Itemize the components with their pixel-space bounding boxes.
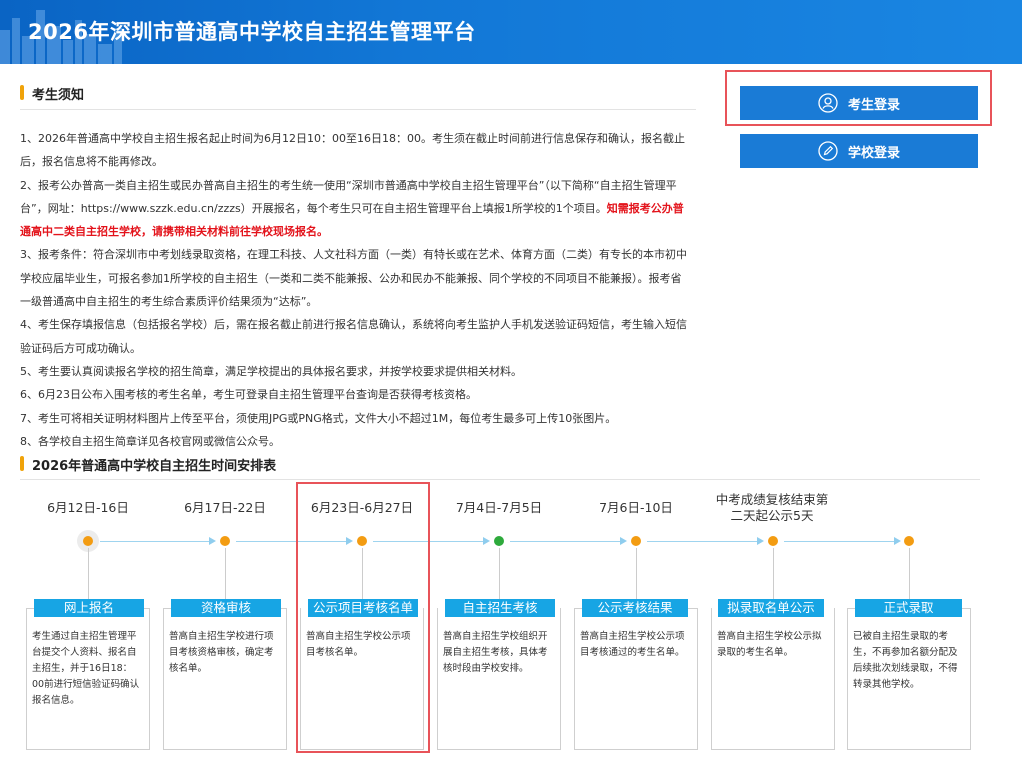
student-login-button[interactable]: 考生登录 [740, 86, 978, 120]
schedule-divider [20, 479, 980, 480]
stage-connector [636, 548, 637, 600]
stage-highlight [296, 482, 430, 753]
timeline-connector [100, 541, 212, 542]
stage-label: 公示考核结果 [582, 599, 688, 617]
notice-content: 1、2026年普通高中学校自主招生报名起止时间为6月12日10：00至16日18… [20, 127, 692, 453]
card-border [281, 608, 287, 609]
notice-title: 考生须知 [20, 84, 84, 103]
timeline-connector [510, 541, 623, 542]
notice-item: 3、报考条件：符合深圳市中考划线录取资格，在理工科技、人文社科方面（一类）有特长… [20, 248, 687, 309]
stage-date: 中考成绩复核结束第二天起公示5天 [715, 492, 829, 523]
stage-date: 6月12日-16日 [47, 500, 129, 515]
pencil-icon [818, 141, 838, 161]
arrow-right-icon [620, 537, 627, 545]
stage-label: 拟录取名单公示 [718, 599, 824, 617]
timeline-dot [631, 536, 641, 546]
timeline-dot [904, 536, 914, 546]
notice-item: 8、各学校自主招生简章详见各校官网或微信公众号。 [20, 434, 280, 448]
notice-item: 2、报考公办普高一类自主招生或民办普高自主招生的考生统一使用“深圳市普通高中学校… [20, 174, 692, 244]
notice-divider [20, 109, 696, 110]
notice-item: 1、2026年普通高中学校自主招生报名起止时间为6月12日10：00至16日18… [20, 132, 685, 169]
stage-connector [225, 548, 226, 600]
stage-connector [909, 548, 910, 600]
stage-description: 已被自主招生录取的考生，不再参加名额分配及后续批次划线录取，不得转录其他学校。 [853, 631, 958, 690]
stage-label: 自主招生考核 [445, 599, 555, 617]
stage-date: 7月6日-10日 [599, 500, 673, 515]
stage-description: 普高自主招生学校公示项目考核通过的考生名单。 [580, 631, 685, 658]
arrow-right-icon [894, 537, 901, 545]
stage-label: 网上报名 [34, 599, 144, 617]
stage-connector [773, 548, 774, 600]
stage-label: 正式录取 [855, 599, 962, 617]
stage-description: 普高自主招生学校进行项目考核资格审核，确定考核名单。 [169, 631, 274, 674]
timeline-connector [647, 541, 760, 542]
timeline-dot [83, 536, 93, 546]
stage-date: 7月4日-7月5日 [455, 500, 543, 515]
user-icon [818, 93, 838, 113]
stage-date: 6月17日-22日 [184, 500, 266, 515]
notice-item: 5、考生要认真阅读报名学校的招生简章，满足学校提出的具体报名要求，并按学校要求提… [20, 364, 522, 378]
arrow-right-icon [757, 537, 764, 545]
notice-item: 4、考生保存填报信息（包括报名学校）后，需在报名截止前进行报名信息确认，系统将向… [20, 318, 687, 355]
card-border [144, 608, 150, 609]
notice-item: 6、6月23日公布入围考核的考生名单，考生可登录自主招生管理平台查询是否获得考核… [20, 388, 477, 402]
header-bar: 2026年深圳市普通高中学校自主招生管理平台 [0, 0, 1022, 64]
card-border [688, 608, 698, 609]
card-border [962, 608, 971, 609]
student-login-label: 考生登录 [847, 97, 900, 113]
stage-label: 资格审核 [171, 599, 281, 617]
stage-connector [499, 548, 500, 600]
card-border [26, 608, 34, 609]
timeline-dot [220, 536, 230, 546]
timeline-dot [494, 536, 504, 546]
notice-item: 7、考生可将相关证明材料图片上传至平台，须使用JPG或PNG格式，文件大小不超过… [20, 411, 617, 425]
page-title: 2026年深圳市普通高中学校自主招生管理平台 [28, 20, 476, 44]
school-login-label: 学校登录 [847, 145, 900, 161]
card-border [847, 608, 855, 609]
timeline-connector [784, 541, 897, 542]
stage-description: 普高自主招生学校组织开展自主招生考核，具体考核时段由学校安排。 [443, 631, 548, 674]
card-border [163, 608, 171, 609]
arrow-right-icon [483, 537, 490, 545]
notice-item-text: 2、报考公办普高一类自主招生或民办普高自主招生的考生统一使用“深圳市普通高中学校… [20, 178, 677, 215]
stage-description: 普高自主招生学校公示拟录取的考生名单。 [717, 631, 822, 658]
arrow-right-icon [209, 537, 216, 545]
school-login-button[interactable]: 学校登录 [740, 134, 978, 168]
stage-connector [88, 548, 89, 600]
schedule-title: 2026年普通高中学校自主招生时间安排表 [20, 455, 276, 474]
stage-description: 考生通过自主招生管理平台提交个人资料、报名自主招生，并于16日18：00前进行短… [32, 631, 140, 706]
card-border [574, 608, 582, 609]
timeline-dot [768, 536, 778, 546]
